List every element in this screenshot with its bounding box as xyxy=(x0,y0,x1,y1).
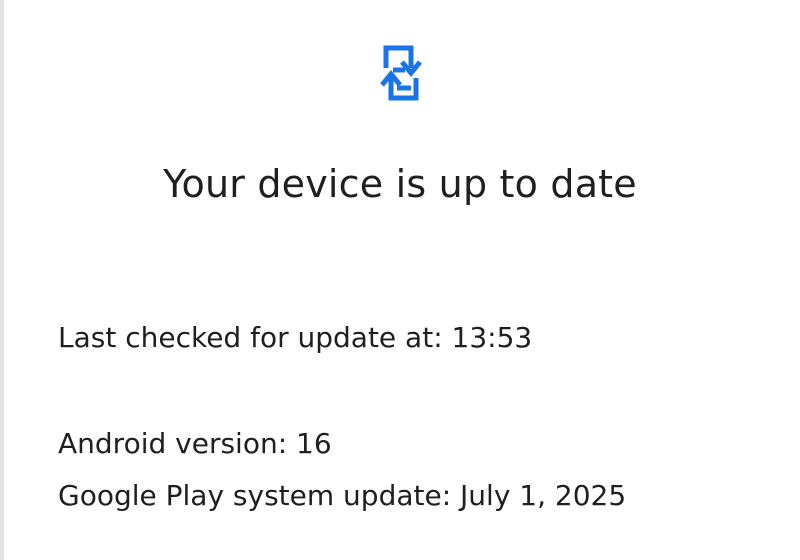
android-version-text: Android version: 16 xyxy=(58,427,332,460)
update-status-title: Your device is up to date xyxy=(163,162,637,206)
google-play-system-update-text: Google Play system update: July 1, 2025 xyxy=(58,479,627,512)
screen-edge-divider xyxy=(0,0,4,560)
last-checked-text: Last checked for update at: 13:53 xyxy=(58,321,533,354)
system-update-icon xyxy=(366,40,436,110)
